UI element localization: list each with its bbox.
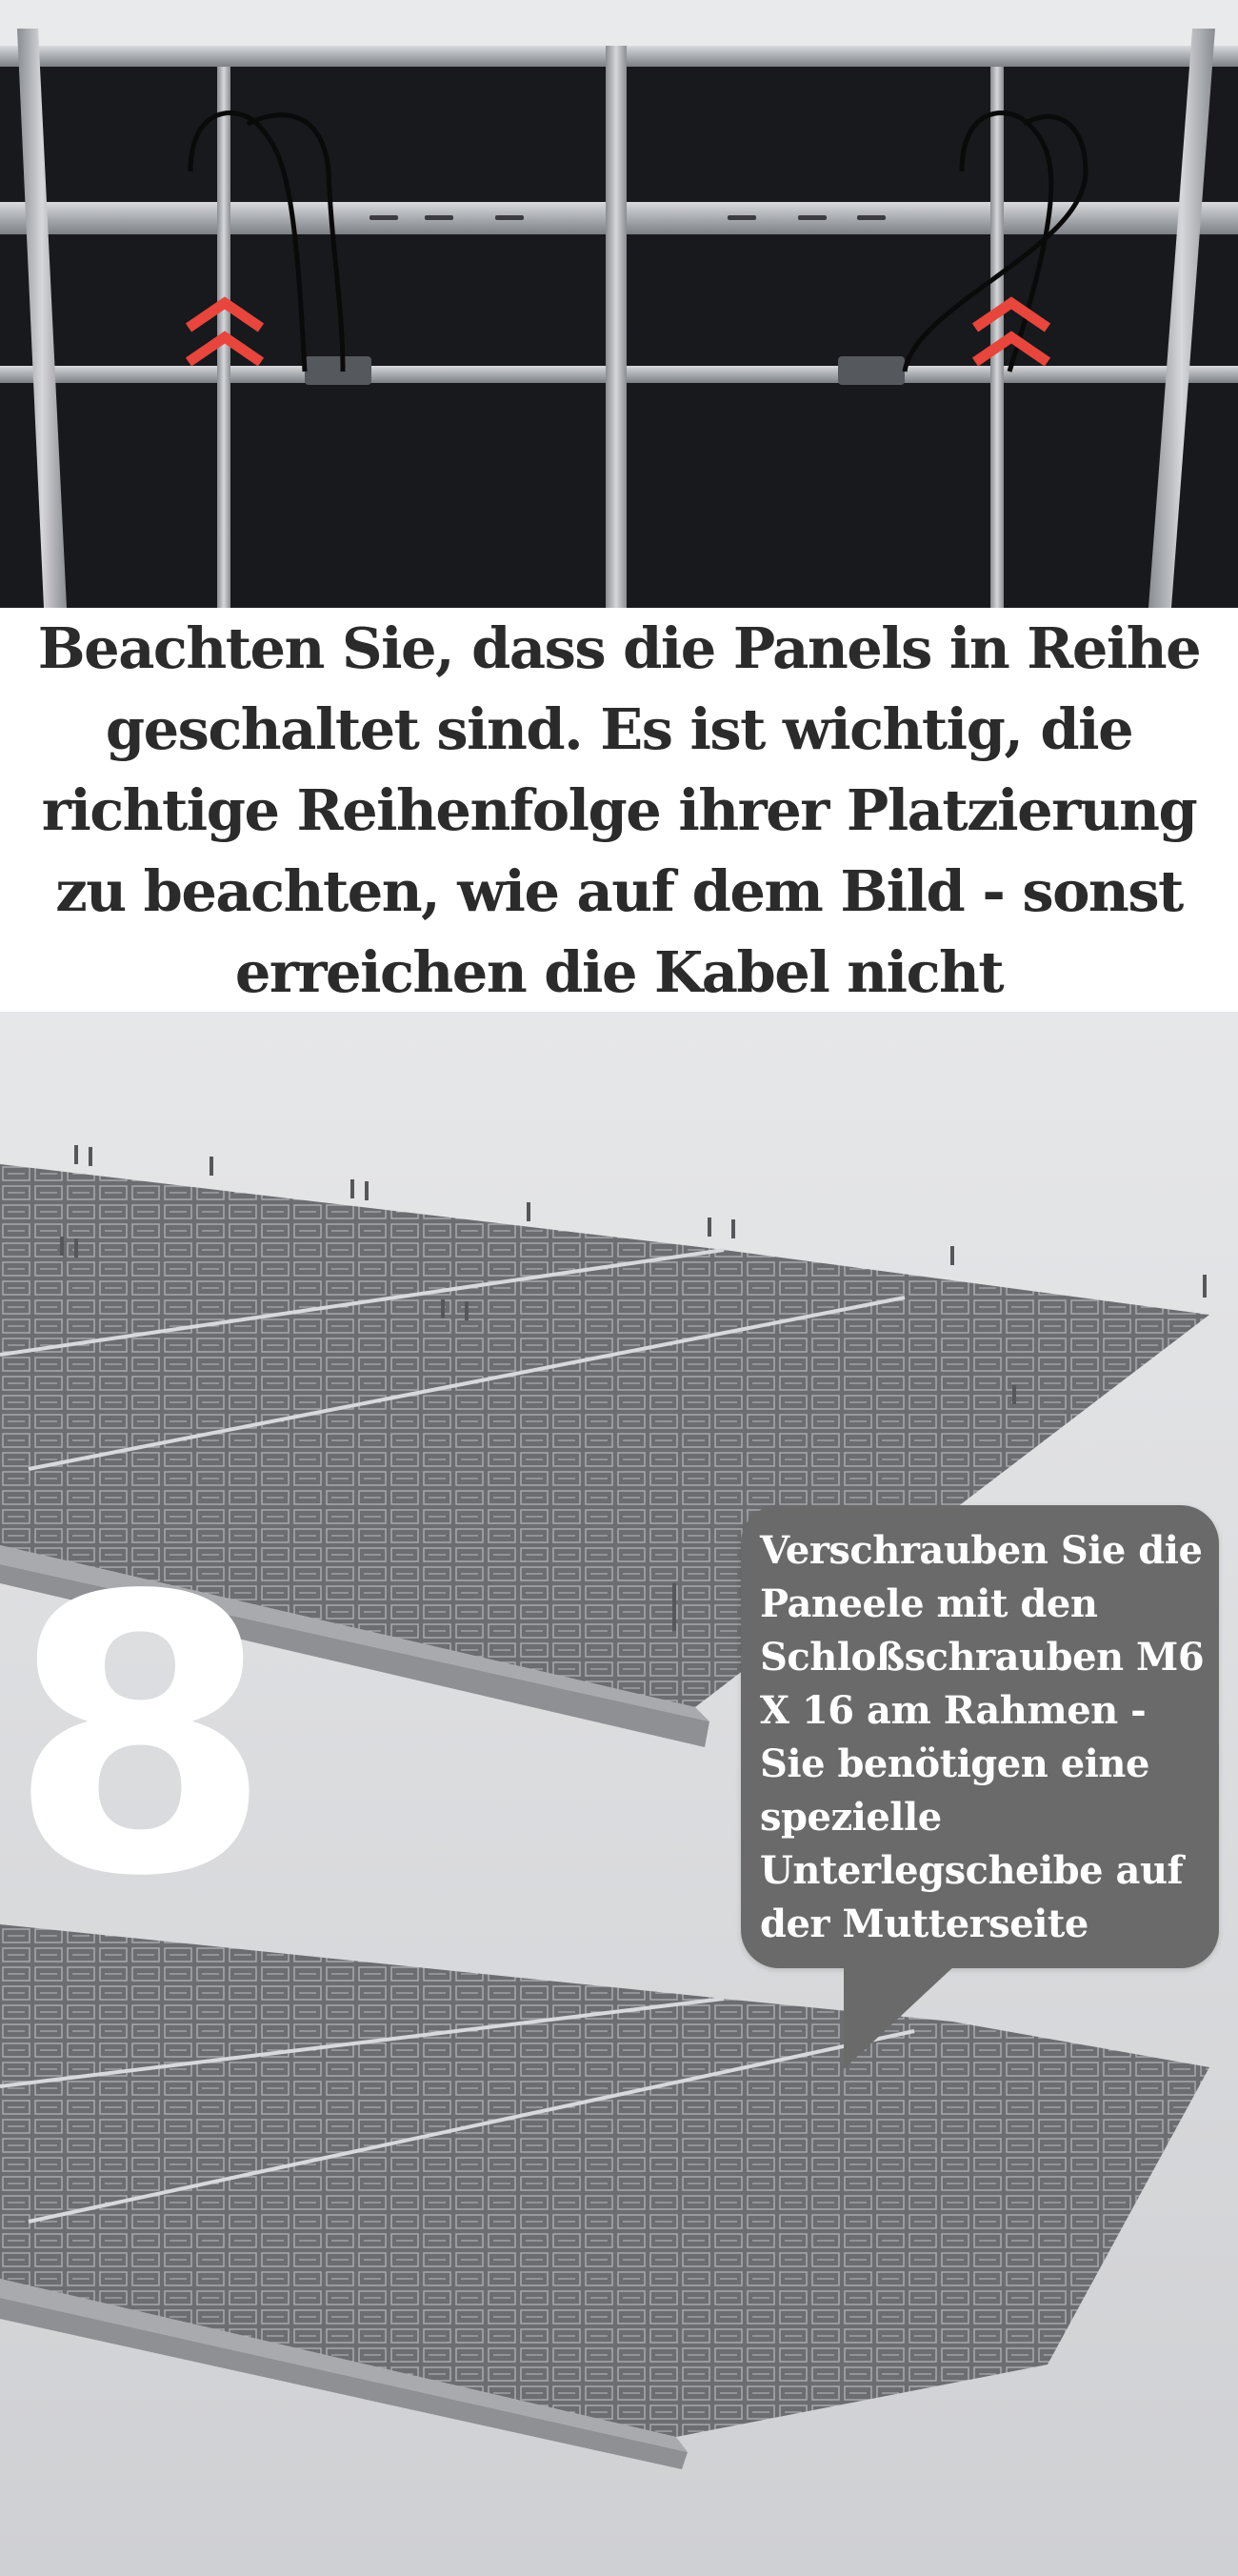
caption-text: Beachten Sie, dass die Panels in Reihe g… <box>37 614 1202 1005</box>
instruction-text: Verschrauben Sie die Paneele mit den Sch… <box>760 1528 1205 1946</box>
callout-pointer <box>844 1964 956 2069</box>
top-photo-panel-underside <box>0 0 1238 608</box>
background-wall <box>0 0 1238 46</box>
panel-underside-illustration <box>0 0 1238 608</box>
bottom-photo-assembly: 8 Verschrauben Sie die Paneele mit den S… <box>0 1012 1238 2576</box>
strut-center <box>606 46 627 608</box>
step-number: 8 <box>8 1517 273 1960</box>
connector-right <box>838 356 905 385</box>
instruction-callout: Verschrauben Sie die Paneele mit den Sch… <box>741 1505 1219 1968</box>
caption-block: Beachten Sie, dass die Panels in Reihe g… <box>0 608 1238 1012</box>
connector-left <box>305 356 371 385</box>
strut-right <box>990 67 1004 608</box>
